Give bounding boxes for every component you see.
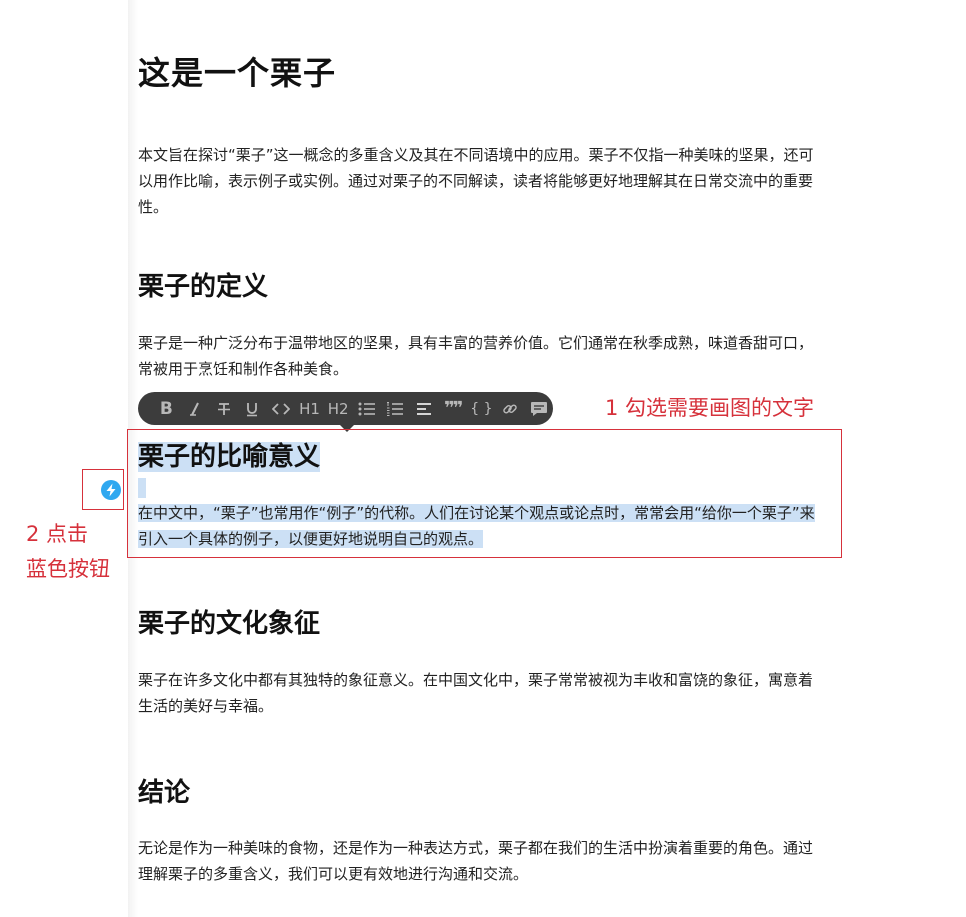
link-icon[interactable] [496, 397, 525, 421]
bullet-list-icon[interactable] [352, 397, 381, 421]
quote-icon[interactable]: ❞❞ [438, 397, 467, 421]
section-body-culture[interactable]: 栗子在许多文化中都有其独特的象征意义。在中国文化中，栗子常常被视为丰收和富饶的象… [138, 667, 818, 719]
heading2-icon[interactable]: H2 [324, 397, 353, 421]
annotation-step2-line2: 蓝色按钮 [26, 557, 110, 581]
code-block-icon[interactable]: { } [467, 397, 496, 421]
annotation-button-box [82, 469, 124, 510]
underline-icon[interactable] [238, 397, 267, 421]
align-icon[interactable] [410, 397, 439, 421]
section-body-conclusion[interactable]: 无论是作为一种美味的食物，还是作为一种表达方式，栗子都在我们的生活中扮演着重要的… [138, 835, 818, 887]
italic-icon[interactable] [181, 397, 210, 421]
numbered-list-icon[interactable] [381, 397, 410, 421]
section-body-definition[interactable]: 栗子是一种广泛分布于温带地区的坚果，具有丰富的营养价值。它们通常在秋季成熟，味道… [138, 330, 818, 382]
section-heading-definition[interactable]: 栗子的定义 [138, 266, 268, 303]
section-heading-culture[interactable]: 栗子的文化象征 [138, 603, 320, 640]
bold-icon[interactable]: B [152, 397, 181, 421]
annotation-step2-line1: 2 点击 [26, 522, 89, 546]
code-icon[interactable] [267, 397, 296, 421]
formatting-toolbar: B H1 H2 ❞❞ { } [138, 392, 553, 432]
annotation-step1: 1 勾选需要画图的文字 [605, 396, 815, 420]
document-title[interactable]: 这是一个栗子 [138, 48, 336, 94]
intro-paragraph[interactable]: 本文旨在探讨“栗子”这一概念的多重含义及其在不同语境中的应用。栗子不仅指一种美味… [138, 142, 818, 220]
heading1-icon[interactable]: H1 [295, 397, 324, 421]
annotation-selection-box [127, 429, 842, 558]
section-heading-conclusion[interactable]: 结论 [138, 772, 190, 809]
comment-icon[interactable] [524, 397, 553, 421]
strikethrough-icon[interactable] [209, 397, 238, 421]
